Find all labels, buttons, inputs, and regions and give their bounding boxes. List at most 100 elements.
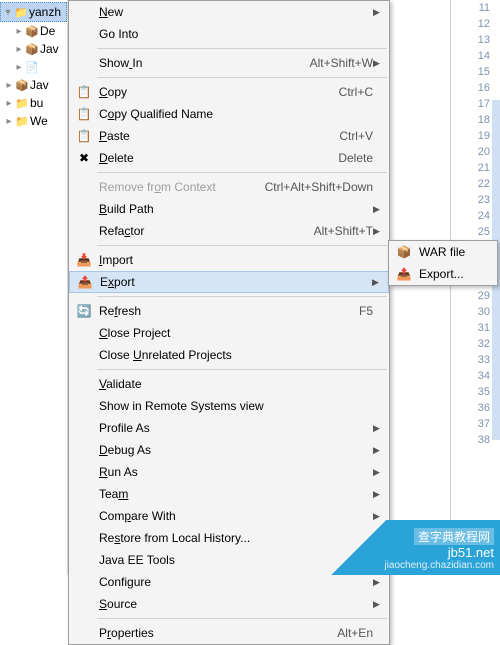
tree-root-selected[interactable]: ▾ 📁 yanzh: [0, 2, 67, 22]
watermark: 查字典教程网 jb51.net jiaocheng.chazidian.com: [330, 520, 500, 575]
menu-separator: [97, 369, 387, 370]
menu-label: WAR file: [415, 245, 491, 259]
submenu-arrow-icon: ▶: [373, 467, 383, 478]
tree-item[interactable]: ▸📦De: [0, 22, 67, 40]
tree-root-label: yanzh: [29, 5, 61, 19]
menu-shortcut: Alt+En: [329, 626, 373, 640]
line-number: 13: [451, 32, 500, 48]
item-icon: 📦: [14, 77, 30, 93]
menu-item-profile-as[interactable]: Profile As▶: [69, 417, 389, 439]
menu-separator: [97, 245, 387, 246]
expand-icon[interactable]: ▸: [4, 116, 14, 127]
menu-item-delete[interactable]: ✖DeleteDelete: [69, 147, 389, 169]
menu-item-copy-qualified-name[interactable]: 📋Copy Qualified Name: [69, 103, 389, 125]
tree-item-label: We: [30, 114, 48, 128]
menu-item-refresh[interactable]: 🔄RefreshF5: [69, 300, 389, 322]
tree-item-label: Jav: [40, 42, 59, 56]
menu-label: Refresh: [95, 304, 351, 318]
menu-item-build-path[interactable]: Build Path ▶: [69, 198, 389, 220]
menu-item-show-in[interactable]: Show InAlt+Shift+W▶: [69, 52, 389, 74]
expand-icon[interactable]: ▸: [14, 26, 24, 37]
menu-icon: 📤: [74, 275, 96, 289]
menu-label: Show in Remote Systems view: [95, 399, 365, 413]
submenu-item-export-[interactable]: 📤Export...: [389, 263, 497, 285]
menu-label: Run As: [95, 465, 365, 479]
menu-item-import[interactable]: 📥Import: [69, 249, 389, 271]
menu-label: Close Project: [95, 326, 365, 340]
menu-label: Debug As: [95, 443, 365, 457]
item-icon: 📁: [14, 95, 30, 111]
menu-item-refactor[interactable]: RefactorAlt+Shift+T▶: [69, 220, 389, 242]
tree-item[interactable]: ▸📁bu: [0, 94, 67, 112]
tree-item-label: bu: [30, 96, 43, 110]
submenu-arrow-icon: ▶: [373, 445, 383, 456]
menu-label: New: [95, 5, 365, 19]
tree-item[interactable]: ▸📄: [0, 58, 67, 76]
menu-label: Team: [95, 487, 365, 501]
line-number: 15: [451, 64, 500, 80]
watermark-badge: 查字典教程网: [414, 528, 494, 545]
menu-label: Build Path: [95, 202, 365, 216]
menu-label: Show In: [95, 56, 302, 70]
menu-separator: [97, 296, 387, 297]
menu-item-close-project[interactable]: Close Project: [69, 322, 389, 344]
tree-item[interactable]: ▸📦Jav: [0, 40, 67, 58]
menu-separator: [97, 48, 387, 49]
submenu-item-war-file[interactable]: 📦WAR file: [389, 241, 497, 263]
menu-icon: 📋: [73, 107, 95, 121]
menu-label: Source: [95, 597, 365, 611]
menu-label: Export...: [415, 267, 491, 281]
watermark-line2: jiaocheng.chazidian.com: [384, 560, 494, 571]
menu-label: Restore from Local History...: [95, 531, 365, 545]
item-icon: 📦: [24, 41, 40, 57]
menu-item-copy[interactable]: 📋CopyCtrl+C: [69, 81, 389, 103]
tree-item[interactable]: ▸📁We: [0, 112, 67, 130]
tree-item[interactable]: ▸📦Jav: [0, 76, 67, 94]
menu-item-source[interactable]: Source▶: [69, 593, 389, 615]
line-number: 16: [451, 80, 500, 96]
menu-item-show-in-remote-systems-view[interactable]: Show in Remote Systems view: [69, 395, 389, 417]
menu-label: Copy Qualified Name: [95, 107, 365, 121]
line-number: 11: [451, 0, 500, 16]
submenu-arrow-icon: ▶: [373, 58, 383, 69]
menu-shortcut: Alt+Shift+W: [302, 56, 373, 70]
menu-shortcut: Alt+Shift+T: [306, 224, 373, 238]
expand-icon[interactable]: ▸: [14, 62, 24, 73]
watermark-line1: jb51.net: [448, 545, 494, 560]
menu-item-team[interactable]: Team ▶: [69, 483, 389, 505]
menu-item-go-into[interactable]: Go Into: [69, 23, 389, 45]
menu-item-export[interactable]: 📤Export▶: [69, 271, 389, 293]
submenu-arrow-icon: ▶: [373, 7, 383, 18]
menu-separator: [97, 77, 387, 78]
menu-item-run-as[interactable]: Run As ▶: [69, 461, 389, 483]
submenu-arrow-icon: ▶: [373, 489, 383, 500]
menu-item-close-unrelated-projects[interactable]: Close Unrelated Projects: [69, 344, 389, 366]
menu-shortcut: Ctrl+V: [331, 129, 373, 143]
item-icon: 📦: [24, 23, 40, 39]
line-number: 14: [451, 48, 500, 64]
menu-shortcut: Ctrl+Alt+Shift+Down: [257, 180, 373, 194]
menu-icon: 📋: [73, 129, 95, 143]
menu-item-paste[interactable]: 📋PasteCtrl+V: [69, 125, 389, 147]
expand-icon[interactable]: ▸: [4, 98, 14, 109]
menu-icon: ✖: [73, 151, 95, 165]
menu-label: Copy: [95, 85, 331, 99]
menu-label: Remove from Context: [95, 180, 257, 194]
expand-icon[interactable]: ▾: [3, 7, 13, 18]
editor-line-gutter: 1112131415161718192021222324252627282930…: [450, 0, 500, 575]
menu-item-validate[interactable]: Validate: [69, 373, 389, 395]
menu-item-debug-as[interactable]: Debug As ▶: [69, 439, 389, 461]
project-explorer[interactable]: ▾ 📁 yanzh ▸📦De▸📦Jav▸📄▸📦Jav▸📁bu▸📁We: [0, 0, 68, 575]
export-submenu[interactable]: 📦WAR file📤Export...: [388, 240, 498, 286]
menu-label: Profile As: [95, 421, 365, 435]
expand-icon[interactable]: ▸: [14, 44, 24, 55]
menu-label: Validate: [95, 377, 365, 391]
menu-item-new[interactable]: New ▶: [69, 1, 389, 23]
menu-item-properties[interactable]: PropertiesAlt+En: [69, 622, 389, 644]
submenu-arrow-icon: ▶: [373, 204, 383, 215]
submenu-arrow-icon: ▶: [372, 277, 382, 288]
item-icon: 📁: [14, 113, 30, 129]
tree-item-label: De: [40, 24, 55, 38]
submenu-arrow-icon: ▶: [373, 577, 383, 588]
expand-icon[interactable]: ▸: [4, 80, 14, 91]
